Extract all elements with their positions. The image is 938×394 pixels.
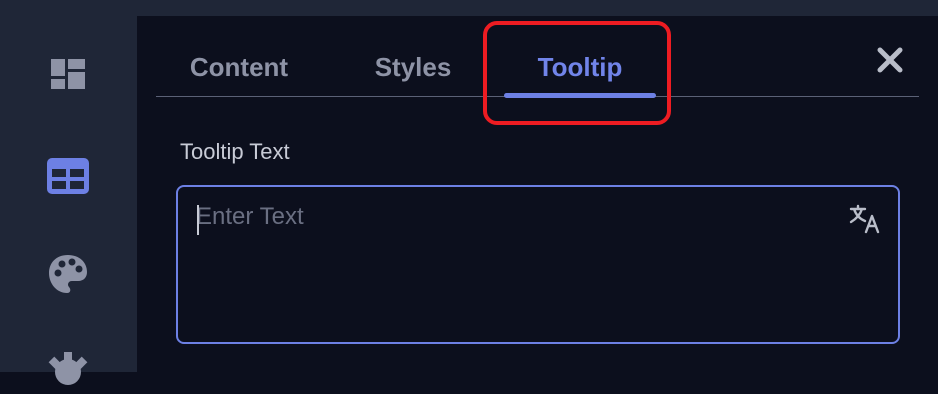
gear-icon <box>48 352 88 385</box>
tooltip-text-field <box>176 185 900 344</box>
sidebar-item-styles[interactable] <box>46 252 90 296</box>
tab-styles[interactable]: Styles <box>366 48 460 86</box>
tab-content[interactable]: Content <box>182 48 296 86</box>
close-icon <box>877 47 903 73</box>
translate-icon <box>849 204 880 234</box>
tooltip-text-label: Tooltip Text <box>180 139 290 164</box>
sidebar-item-settings[interactable] <box>46 350 90 394</box>
palette-icon <box>49 255 87 293</box>
close-button[interactable] <box>872 42 908 78</box>
highlight-annotation <box>483 21 671 125</box>
top-bar <box>0 0 938 17</box>
tooltip-text-input[interactable] <box>196 203 816 323</box>
translate-button[interactable] <box>848 203 882 235</box>
sidebar-item-table[interactable] <box>46 154 90 198</box>
table-icon <box>47 158 89 194</box>
sidebar-item-dashboard[interactable] <box>46 52 90 96</box>
dashboard-icon <box>51 59 85 89</box>
text-caret <box>197 205 199 235</box>
